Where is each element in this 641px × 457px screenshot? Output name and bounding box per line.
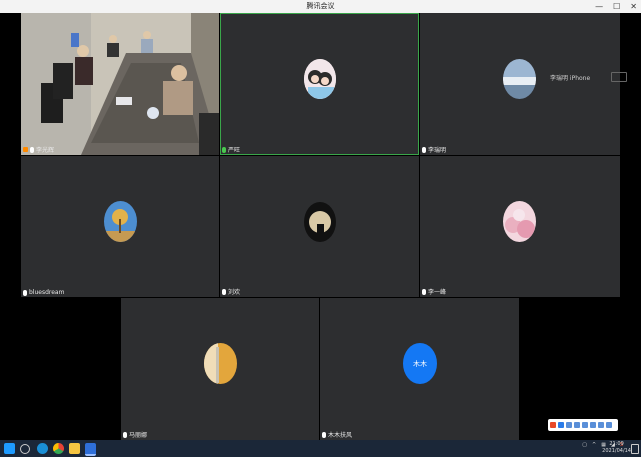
ime-tools-icon[interactable]: [606, 422, 612, 428]
participant-name: 李光辉: [36, 147, 55, 154]
clock-date: 2021/04/14: [602, 448, 631, 454]
chat-icon[interactable]: ▢: [582, 442, 587, 448]
participant-avatar: [104, 201, 137, 242]
maximize-icon[interactable]: ☐: [613, 0, 620, 13]
participant-name: 木木扶风: [328, 432, 353, 439]
participant-name: bluesdream: [29, 289, 65, 296]
close-icon[interactable]: ✕: [630, 0, 637, 13]
video-tile-2[interactable]: 李瑞明 iPhone 李瑞明: [420, 13, 620, 155]
ime-logo-icon: [550, 422, 556, 428]
mic-icon: [422, 288, 426, 295]
mic-icon: [123, 431, 127, 438]
chevron-up-icon[interactable]: ^: [592, 442, 596, 448]
mic-icon: [322, 431, 326, 438]
participant-side-text: 李瑞明 iPhone: [550, 75, 591, 82]
video-tile-3[interactable]: bluesdream: [21, 156, 219, 297]
participant-avatar: [304, 202, 336, 242]
video-tile-6[interactable]: 马丽娜: [121, 298, 319, 440]
tencent-meeting-icon[interactable]: [85, 443, 96, 456]
participant-label: 马丽娜: [123, 430, 147, 439]
mic-icon: [23, 289, 27, 296]
participant-avatar: [304, 59, 336, 99]
participant-label: 木木扶风: [322, 430, 352, 439]
video-tile-4[interactable]: 刘欢: [220, 156, 419, 297]
participant-name: 刘欢: [228, 289, 241, 296]
video-tile-1[interactable]: 严旺: [220, 13, 419, 155]
mic-icon: [30, 146, 34, 153]
participant-name: 李一峰: [428, 289, 447, 296]
participant-label: 刘欢: [222, 287, 240, 296]
window-controls: — ☐ ✕: [595, 0, 637, 13]
participant-avatar: [503, 59, 536, 99]
ime-skin-icon[interactable]: [598, 422, 604, 428]
video-tile-0[interactable]: 李光辉: [21, 13, 219, 155]
ime-voice-icon[interactable]: [582, 422, 588, 428]
ime-toolbar[interactable]: [548, 419, 618, 431]
window-title: 腾讯会议: [306, 2, 335, 10]
taskbar: ▢ ^ ▦ ◢ S 21:09 2021/04/14: [0, 440, 641, 457]
avatar-image: [304, 59, 336, 99]
avatar-image: [204, 343, 237, 384]
participant-label: 李一峰: [422, 287, 446, 296]
participant-avatar: 木木: [403, 343, 437, 384]
host-icon: [23, 147, 28, 152]
participant-name: 马丽娜: [129, 432, 148, 439]
ime-mode-icon[interactable]: [558, 422, 564, 428]
taskbar-clock[interactable]: 21:09 2021/04/14: [602, 441, 631, 455]
notification-icon[interactable]: [631, 444, 639, 454]
search-icon[interactable]: [20, 444, 30, 454]
view-toggle-button[interactable]: [611, 72, 627, 82]
clock-time: 21:09: [609, 441, 624, 447]
participant-avatar: [503, 201, 536, 242]
ime-emoji-icon[interactable]: [574, 422, 580, 428]
ime-punct-icon[interactable]: [566, 422, 572, 428]
avatar-image: [104, 201, 137, 242]
windows-start-icon[interactable]: [4, 443, 15, 454]
chrome-icon[interactable]: [53, 443, 64, 454]
participant-name: 严旺: [228, 147, 241, 154]
avatar-image: [503, 201, 536, 242]
mic-icon: [222, 288, 226, 295]
edge-icon[interactable]: [37, 443, 48, 454]
mic-active-icon: [222, 146, 226, 153]
avatar-image: [304, 202, 336, 242]
ime-keyboard-icon[interactable]: [590, 422, 596, 428]
minimize-icon[interactable]: —: [595, 0, 603, 13]
window-titlebar: 腾讯会议 — ☐ ✕: [0, 0, 641, 13]
file-explorer-icon[interactable]: [69, 443, 80, 454]
participant-label: bluesdream: [23, 289, 64, 296]
video-tile-5[interactable]: 李一峰: [420, 156, 620, 297]
avatar-initials: 木木: [413, 359, 427, 368]
video-tile-7[interactable]: 木木 木木扶风: [320, 298, 519, 440]
avatar-image: [503, 59, 536, 99]
participant-label: 李瑞明: [422, 145, 446, 154]
participant-name: 李瑞明: [428, 147, 447, 154]
participant-avatar: [204, 343, 237, 384]
conference-room-video: [21, 13, 219, 155]
participant-label: 严旺: [222, 145, 240, 154]
participant-label: 李光辉: [23, 145, 54, 154]
mic-icon: [422, 146, 426, 153]
